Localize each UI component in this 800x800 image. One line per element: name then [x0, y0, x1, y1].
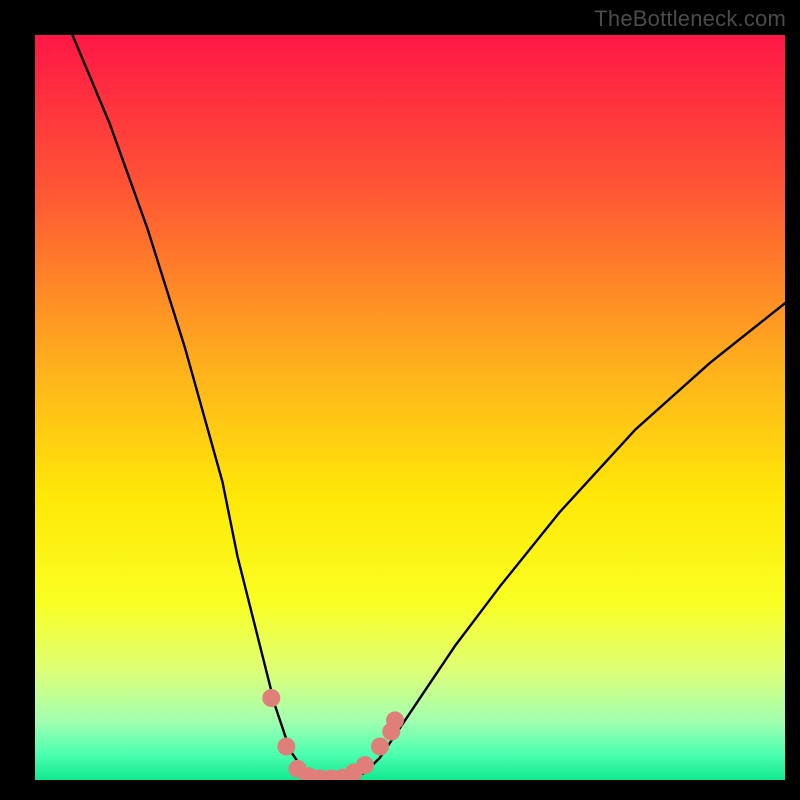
marker-dot — [277, 738, 295, 756]
marker-dot — [356, 756, 374, 774]
plot-area — [35, 35, 785, 780]
marker-dot — [262, 689, 280, 707]
chart-frame: TheBottleneck.com — [0, 0, 800, 800]
bottleneck-curve — [73, 35, 786, 780]
marker-dot — [386, 711, 404, 729]
marker-dot — [371, 738, 389, 756]
watermark-text: TheBottleneck.com — [594, 6, 786, 32]
curve-overlay — [35, 35, 785, 780]
